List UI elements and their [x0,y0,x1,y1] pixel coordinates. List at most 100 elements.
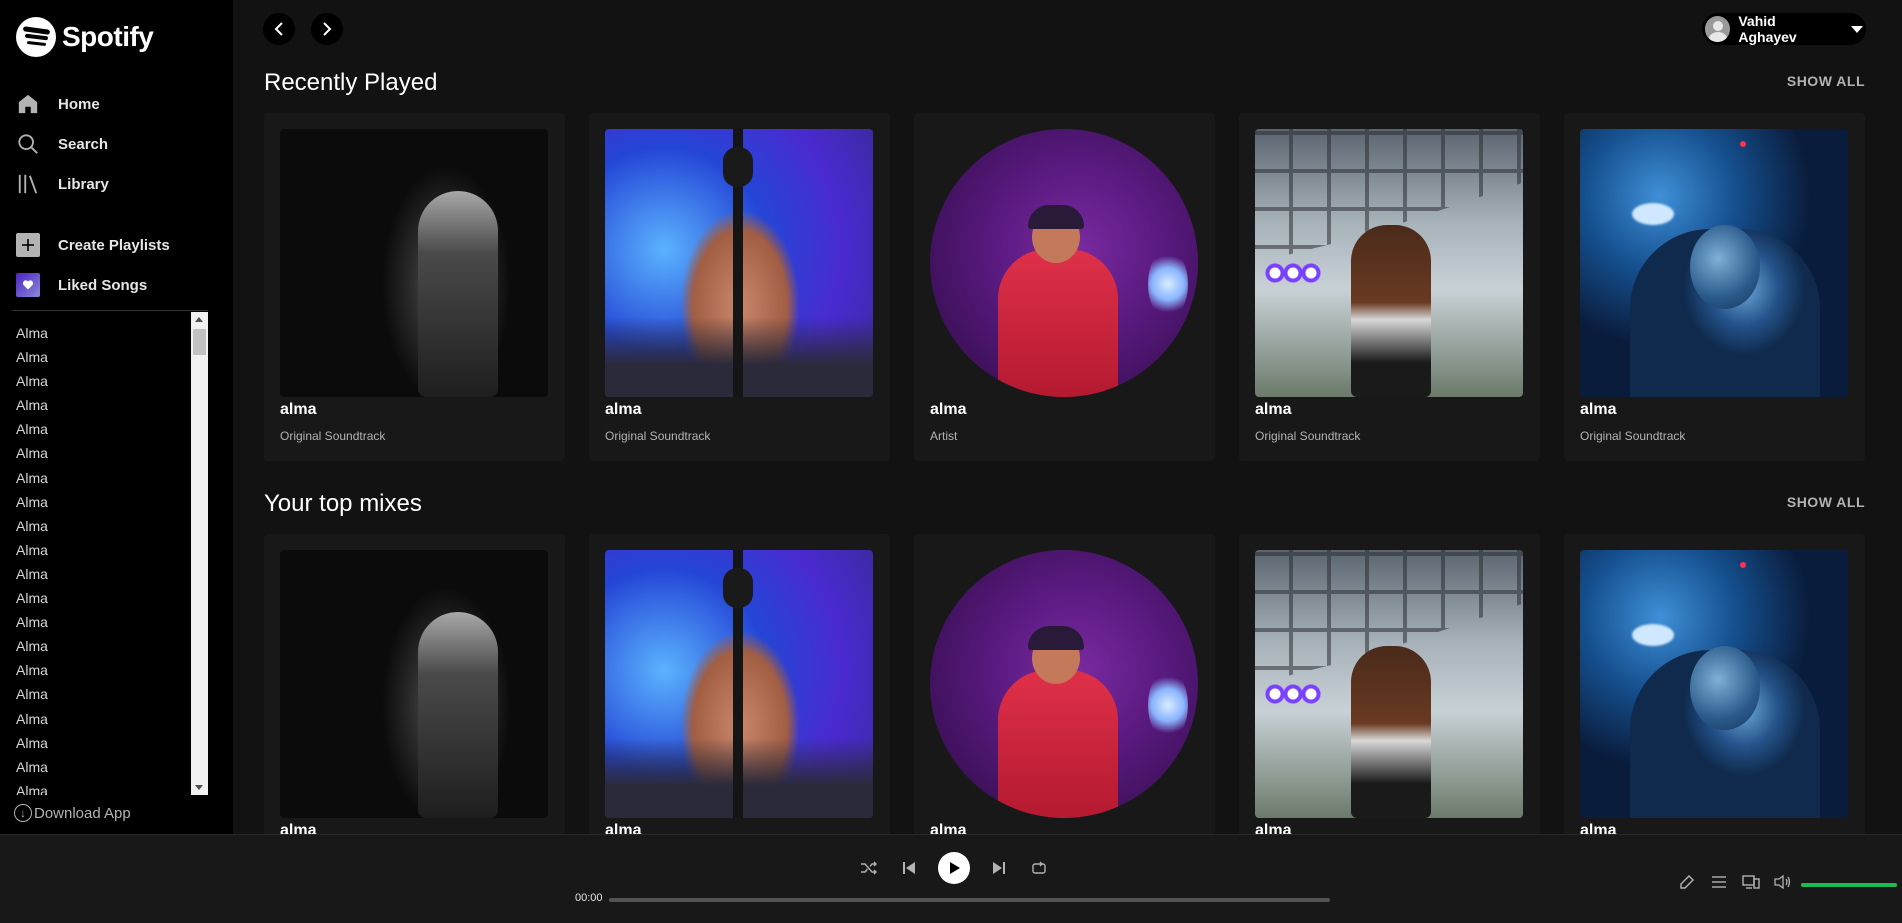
mix-card[interactable]: alma [914,534,1215,834]
queue-button[interactable] [1709,873,1729,891]
devices-icon [1742,875,1760,889]
card-title: alma [280,401,317,418]
playlist-item[interactable]: Alma [16,731,208,755]
nav-item-library[interactable]: Library [16,164,109,204]
next-button[interactable] [988,857,1010,879]
card-title: alma [1580,822,1617,834]
create-playlist-label: Create Playlists [58,236,170,254]
playlist-item[interactable]: Alma [16,658,208,682]
playlist-item[interactable]: Alma [16,682,208,706]
playlist-item[interactable]: Alma [16,634,208,658]
liked-songs-button[interactable]: Liked Songs [16,265,170,305]
artist-image [930,550,1198,818]
shuffle-icon [861,861,877,875]
mute-button[interactable] [1773,873,1793,891]
card-title: alma [930,822,967,834]
volume-icon [1774,874,1791,890]
volume-fill [1801,883,1897,887]
main-content: Vahid Aghayev Recently Played SHOW ALL a… [233,0,1902,834]
scroll-thumb[interactable] [193,329,206,355]
skip-forward-icon [993,862,1005,874]
playback-controls [858,852,1050,884]
album-art [280,129,548,397]
mix-card[interactable]: alma [264,534,565,834]
album-card[interactable]: alma Original Soundtrack [589,113,890,461]
playlist-item[interactable]: Alma [16,417,208,441]
nav-item-home[interactable]: Home [16,84,109,124]
main-nav: Home Search Library [16,84,109,204]
playlist-item[interactable]: Alma [16,610,208,634]
scroll-up-icon[interactable] [195,317,203,322]
play-button[interactable] [938,852,970,884]
playlist-item[interactable]: Alma [16,538,208,562]
avatar [1705,16,1731,42]
spotify-logo-icon [16,17,56,57]
show-all-top-mixes[interactable]: SHOW ALL [1787,494,1865,510]
playlist-item[interactable]: Alma [16,514,208,538]
playlist-item[interactable]: Alma [16,755,208,779]
heart-icon [16,273,40,297]
album-card[interactable]: alma Original Soundtrack [1239,113,1540,461]
download-app-link[interactable]: ↓ Download App [14,804,131,822]
playlist-item[interactable]: Alma [16,321,208,345]
playlist-item[interactable]: Alma [16,707,208,731]
lyrics-button[interactable] [1677,873,1697,891]
volume-slider[interactable] [1801,883,1897,887]
extra-controls [1677,873,1793,891]
card-title: alma [280,822,317,834]
mix-card[interactable]: alma [1564,534,1865,834]
chevron-left-icon [274,22,283,36]
playlist-item[interactable]: Alma [16,369,208,393]
user-name: Vahid Aghayev [1738,13,1797,45]
liked-songs-label: Liked Songs [58,276,148,294]
playlist-item[interactable]: Alma [16,345,208,369]
mix-card[interactable]: alma [1239,534,1540,834]
sidebar: Spotify Home Search Library Create Playl… [0,0,233,834]
devices-button[interactable] [1741,873,1761,891]
album-card[interactable]: alma Original Soundtrack [264,113,565,461]
album-art [605,550,873,818]
card-subtitle: Original Soundtrack [1255,429,1361,443]
download-label: Download App [34,804,131,822]
user-menu[interactable]: Vahid Aghayev [1702,13,1866,45]
card-title: alma [605,822,642,834]
app-root: Spotify Home Search Library Create Playl… [0,0,1902,923]
search-icon [16,132,40,156]
playlist-item[interactable]: Alma [16,586,208,610]
show-all-recently-played[interactable]: SHOW ALL [1787,73,1865,89]
card-subtitle: Original Soundtrack [1580,429,1686,443]
progress-bar[interactable] [609,898,1330,902]
album-art [1255,129,1523,397]
playlist-item[interactable]: Alma [16,779,208,795]
playlist-item[interactable]: Alma [16,490,208,514]
skip-back-icon [903,862,915,874]
back-button[interactable] [263,13,295,45]
repeat-icon [1032,861,1046,874]
plus-icon [16,233,40,257]
playlist-scrollbar[interactable] [191,312,208,795]
recently-played-row: alma Original Soundtrack alma Original S… [264,113,1865,461]
create-playlist-button[interactable]: Create Playlists [16,225,170,265]
playlist-item[interactable]: Alma [16,393,208,417]
album-card[interactable]: alma Original Soundtrack [1564,113,1865,461]
playlist-item[interactable]: Alma [16,441,208,465]
playlist-item[interactable]: Alma [16,562,208,586]
spotify-logo[interactable]: Spotify [16,17,154,57]
top-mixes-row: alma alma alma alma alma [264,534,1865,834]
repeat-button[interactable] [1028,857,1050,879]
play-icon [950,862,960,874]
forward-button[interactable] [311,13,343,45]
nav-item-search[interactable]: Search [16,124,109,164]
playlist-item[interactable]: Alma [16,466,208,490]
logo-text: Spotify [62,21,154,52]
library-icon [16,172,40,196]
sidebar-divider [12,310,208,311]
shuffle-button[interactable] [858,857,880,879]
previous-button[interactable] [898,857,920,879]
top-bar: Vahid Aghayev [233,0,1902,60]
scroll-down-icon[interactable] [195,785,203,790]
mix-card[interactable]: alma [589,534,890,834]
nav-label: Home [58,95,100,113]
artist-card[interactable]: alma Artist [914,113,1215,461]
card-title: alma [1255,401,1292,418]
